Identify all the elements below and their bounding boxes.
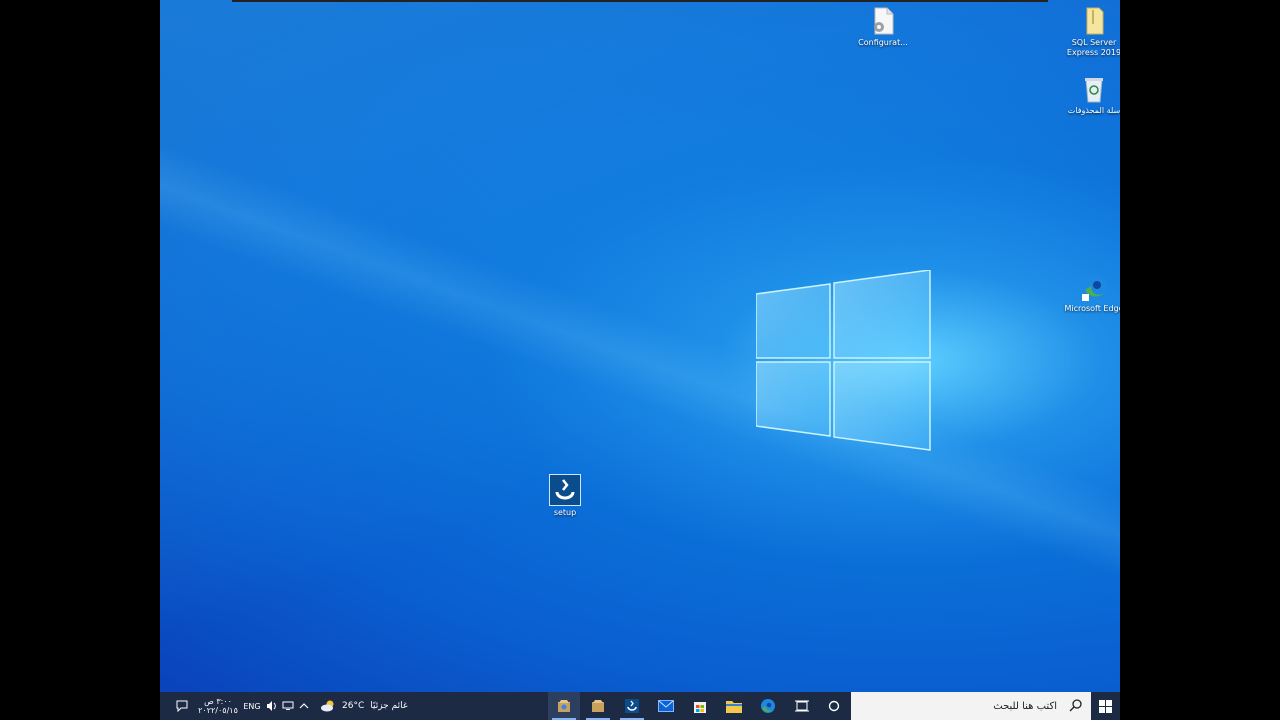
weather-description: غائم جزئيًا <box>370 701 408 711</box>
search-icon <box>1069 699 1082 712</box>
store-icon <box>694 702 706 713</box>
taskbar: ٣:٠٠ ص ٢٠٢٢/٠٥/١٥ ENG 26°C غائم جزئيًا ا… <box>160 692 1120 720</box>
network-icon <box>282 701 294 710</box>
desktop-icon-label: SQL Server Express 2019 <box>1066 38 1120 57</box>
search-placeholder: اكتب هنا للبحث <box>993 700 1057 712</box>
taskbar-app-edge[interactable] <box>752 692 784 720</box>
desktop-icon-recycle-bin[interactable]: سلة المحذوفات <box>1062 74 1120 116</box>
network-button[interactable] <box>280 692 296 720</box>
mail-icon <box>658 700 674 712</box>
weather-widget[interactable]: 26°C غائم جزئيًا <box>320 692 410 720</box>
partly-cloudy-icon <box>321 700 334 712</box>
start-button[interactable] <box>1091 692 1120 720</box>
desktop: Configurat... SQL Server Express 2019 سل… <box>160 0 1120 720</box>
windows-start-icon <box>1099 699 1112 713</box>
installer-icon <box>558 700 570 712</box>
desktop-icon-label: سلة المحذوفات <box>1067 106 1120 115</box>
recycle-bin-icon <box>1085 78 1103 103</box>
taskbar-app-mail[interactable] <box>650 692 682 720</box>
cortana-button[interactable] <box>820 692 848 720</box>
speaker-icon <box>267 701 276 711</box>
clock[interactable]: ٣:٠٠ ص ٢٠٢٢/٠٥/١٥ <box>196 692 240 720</box>
desktop-icon-label: Microsoft Edge <box>1064 304 1120 313</box>
edge-icon <box>1082 275 1107 301</box>
taskbar-search-box[interactable]: اكتب هنا للبحث <box>851 692 1091 720</box>
weather-temperature: 26°C <box>342 701 365 711</box>
clock-date: ٢٠٢٢/٠٥/١٥ <box>198 706 238 715</box>
desktop-icon-label: Configurat... <box>858 38 908 47</box>
taskbar-app-installer[interactable] <box>548 692 580 720</box>
taskbar-app-setup[interactable] <box>616 692 648 720</box>
desktop-icon-edge[interactable]: Microsoft Edge <box>1062 272 1120 314</box>
show-hidden-icons-button[interactable] <box>296 692 312 720</box>
action-center-button[interactable] <box>172 692 192 720</box>
taskbar-app-store[interactable] <box>684 692 716 720</box>
desktop-icon-setup[interactable]: setup <box>533 474 597 518</box>
cortana-circle-icon <box>828 700 840 712</box>
setup-app-icon <box>549 474 581 506</box>
volume-button[interactable] <box>264 692 280 720</box>
file-explorer-icon <box>726 701 742 713</box>
folder-zip-icon <box>1086 7 1104 35</box>
setup-app-icon <box>625 699 639 713</box>
taskbar-app-file-explorer[interactable] <box>718 692 750 720</box>
language-label: ENG <box>243 701 261 711</box>
package-icon <box>592 700 604 712</box>
clock-time: ٣:٠٠ ص <box>204 697 232 706</box>
top-edge-bar <box>232 0 1048 2</box>
desktop-icon-sql-server[interactable]: SQL Server Express 2019 <box>1062 6 1120 58</box>
desktop-icon-configuration[interactable]: Configurat... <box>851 6 915 48</box>
desktop-icon-label: setup <box>553 508 577 517</box>
taskbar-app-package[interactable] <box>582 692 614 720</box>
windows-logo-wallpaper <box>756 270 931 451</box>
wallpaper-light-beam <box>160 0 1120 720</box>
edge-icon <box>761 699 775 713</box>
task-view-icon <box>795 700 809 712</box>
language-indicator[interactable]: ENG <box>242 692 262 720</box>
chevron-up-icon <box>299 703 309 709</box>
notification-icon <box>176 700 188 712</box>
task-view-button[interactable] <box>788 692 816 720</box>
settings-file-icon <box>874 7 894 35</box>
